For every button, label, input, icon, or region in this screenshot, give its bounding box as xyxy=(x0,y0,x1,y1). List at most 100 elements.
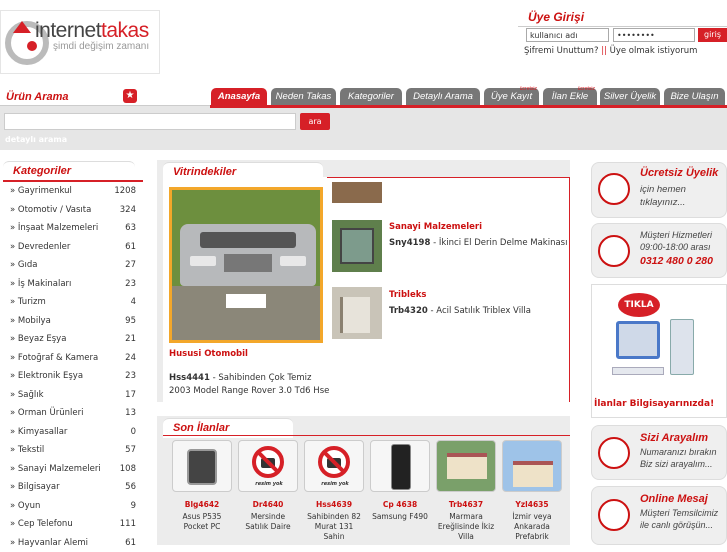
nav-tab[interactable]: Detaylı Arama xyxy=(406,88,480,106)
category-count: 1208 xyxy=(114,182,136,201)
logo-tagline: şimdi değişim zamanı xyxy=(53,41,149,52)
listing-card[interactable]: Cp 4638Samsung F490 xyxy=(370,440,430,545)
category-name: » İş Makinaları xyxy=(10,279,71,289)
nav-tab-label: Bize Ulaşın xyxy=(670,91,718,102)
search-title: Ürün Arama xyxy=(6,91,69,103)
category-item[interactable]: » Bilgisayar56 xyxy=(10,478,136,497)
computer-tower-icon xyxy=(670,319,694,375)
callback-heading: Sizi Arayalım xyxy=(640,432,708,444)
listing-card[interactable]: Trb4637MarmaraEreğlisinde İkizVilla xyxy=(436,440,496,545)
category-name: » Sanayi Malzemeleri xyxy=(10,464,101,474)
categories-title: Kategoriler xyxy=(3,161,135,181)
category-item[interactable]: » Kimyasallar0 xyxy=(10,423,136,442)
search-input[interactable] xyxy=(4,113,296,130)
category-item[interactable]: » Mobilya95 xyxy=(10,312,136,331)
nav-tab[interactable]: Üye Kayıtücretsiz xyxy=(484,88,539,106)
category-item[interactable]: » Otomotiv / Vasıta324 xyxy=(10,201,136,220)
category-item[interactable]: » Tekstil57 xyxy=(10,441,136,460)
service-hours: Müşteri Hizmetleri09:00-18:00 arası xyxy=(640,229,712,253)
logo-name: internettakas xyxy=(35,19,149,43)
showcase-item-3-text[interactable]: Trb4320 - Acil Satılık Triblex Villa xyxy=(389,306,531,316)
listing-photo[interactable] xyxy=(370,440,430,492)
showcase-thumb-2[interactable] xyxy=(332,220,382,272)
callback-text: Numaranızı bırakınBiz sizi arayalım... xyxy=(640,446,717,470)
desktop-app-ad[interactable]: TIKLA İlanlar Bilgisayarınızda! xyxy=(591,284,727,418)
showcase-item-2-category[interactable]: Sanayi Malzemeleri xyxy=(389,222,482,232)
category-item[interactable]: » Devredenler61 xyxy=(10,238,136,257)
category-name: » Oyun xyxy=(10,501,40,511)
listing-title-line: Villa xyxy=(436,532,496,542)
listing-photo[interactable]: resim yok xyxy=(304,440,364,492)
listing-title-line: Asus P535 xyxy=(172,512,232,522)
site-logo[interactable]: internettakas şimdi değişim zamanı xyxy=(0,10,160,74)
featured-car-image[interactable] xyxy=(169,187,323,343)
showcase-item-2-text[interactable]: Sny4198 - İkinci El Derin Delme Makinası xyxy=(389,238,567,248)
category-item[interactable]: » İş Makinaları23 xyxy=(10,275,136,294)
category-item[interactable]: » İnşaat Malzemeleri63 xyxy=(10,219,136,238)
nav-tab-label: Neden Takas xyxy=(276,91,332,102)
listing-title-line: Ereğlisinde İkiz xyxy=(436,522,496,532)
latest-listings-panel: Son İlanlar Blg4642Asus P535Pocket PCres… xyxy=(157,416,570,545)
nav-tab[interactable]: Silver Üyelik xyxy=(600,88,660,106)
login-button[interactable]: giriş xyxy=(698,28,727,42)
listing-title-line: Sahin xyxy=(304,532,364,542)
showcase-item-3-category[interactable]: Tribleks xyxy=(389,290,426,300)
category-name: » Elektronik Eşya xyxy=(10,371,83,381)
category-item[interactable]: » Cep Telefonu111 xyxy=(10,515,136,534)
listing-card[interactable]: resim yokDr4640MersindeSatılık Daire xyxy=(238,440,298,545)
nav-tab[interactable]: Bize Ulaşın xyxy=(664,88,725,106)
nav-tab[interactable]: Anasayfa xyxy=(211,88,267,106)
featured-category[interactable]: Hususi Otomobil xyxy=(169,349,248,359)
search-button[interactable]: ara xyxy=(300,113,330,130)
category-item[interactable]: » Sanayi Malzemeleri108 xyxy=(10,460,136,479)
listing-card[interactable]: resim yokHss4639Sahibinden 82Murat 131Sa… xyxy=(304,440,364,545)
showcase-thumb-1[interactable] xyxy=(332,182,382,203)
listing-card[interactable]: Blg4642Asus P535Pocket PC xyxy=(172,440,232,545)
category-count: 17 xyxy=(125,386,136,405)
nav-tab[interactable]: Kategoriler xyxy=(340,88,402,106)
detailed-search-link[interactable]: detaylı arama xyxy=(5,135,67,144)
category-item[interactable]: » Gayrimenkul1208 xyxy=(10,182,136,201)
category-item[interactable]: » Hayvanlar Alemi61 xyxy=(10,534,136,552)
listing-title-line: Sahibinden 82 xyxy=(304,512,364,522)
star-icon[interactable]: ★ xyxy=(123,89,137,103)
listing-photo[interactable]: resim yok xyxy=(238,440,298,492)
featured-description[interactable]: Hss4441 - Sahibinden Çok Temiz2003 Model… xyxy=(169,372,329,398)
password-field[interactable] xyxy=(613,28,695,42)
nav-tab[interactable]: Neden Takas xyxy=(271,88,336,106)
listing-photo[interactable] xyxy=(172,440,232,492)
forgot-password-link[interactable]: Şifremi Unuttum? xyxy=(524,46,598,56)
category-name: » Beyaz Eşya xyxy=(10,334,66,344)
showcase-title: Vitrindekiler xyxy=(163,162,323,182)
callback-box[interactable]: Sizi Arayalım Numaranızı bırakınBiz sizi… xyxy=(591,425,727,480)
support-phone: 0312 480 0 280 xyxy=(640,255,713,267)
listing-photo[interactable] xyxy=(502,440,562,492)
nav-tab[interactable]: İlan Ekleücretsiz xyxy=(543,88,597,106)
listing-title: MersindeSatılık Daire xyxy=(238,512,298,532)
showcase-thumb-3[interactable] xyxy=(332,287,382,339)
category-name: » Otomotiv / Vasıta xyxy=(10,205,91,215)
username-field[interactable] xyxy=(526,28,609,42)
online-chat-box[interactable]: Online Mesaj Müşteri Temsilcimizile canl… xyxy=(591,486,727,545)
listing-title-line: Ankarada xyxy=(502,522,562,532)
free-membership-box[interactable]: Ücretsiz Üyelik için hementıklayınız... xyxy=(591,162,727,218)
register-link[interactable]: Üye olmak istiyorum xyxy=(610,46,698,56)
phone-icon xyxy=(598,235,630,267)
category-item[interactable]: » Sağlık17 xyxy=(10,386,136,405)
category-item[interactable]: » Turizm4 xyxy=(10,293,136,312)
category-item[interactable]: » Elektronik Eşya23 xyxy=(10,367,136,386)
monitor-icon xyxy=(616,321,660,359)
category-count: 0 xyxy=(131,423,136,442)
no-photo-label: resim yok xyxy=(239,481,298,487)
category-name: » Fotoğraf & Kamera xyxy=(10,353,98,363)
category-item[interactable]: » Gıda27 xyxy=(10,256,136,275)
logo-arrow-icon xyxy=(13,21,31,33)
category-name: » Hayvanlar Alemi xyxy=(10,538,88,548)
listing-photo[interactable] xyxy=(436,440,496,492)
category-item[interactable]: » Orman Ürünleri13 xyxy=(10,404,136,423)
category-count: 111 xyxy=(120,515,136,534)
category-item[interactable]: » Oyun9 xyxy=(10,497,136,516)
category-item[interactable]: » Beyaz Eşya21 xyxy=(10,330,136,349)
category-item[interactable]: » Fotoğraf & Kamera24 xyxy=(10,349,136,368)
listing-card[interactable]: Yzl4635İzmir veyaAnkaradaPrefabrik xyxy=(502,440,562,545)
